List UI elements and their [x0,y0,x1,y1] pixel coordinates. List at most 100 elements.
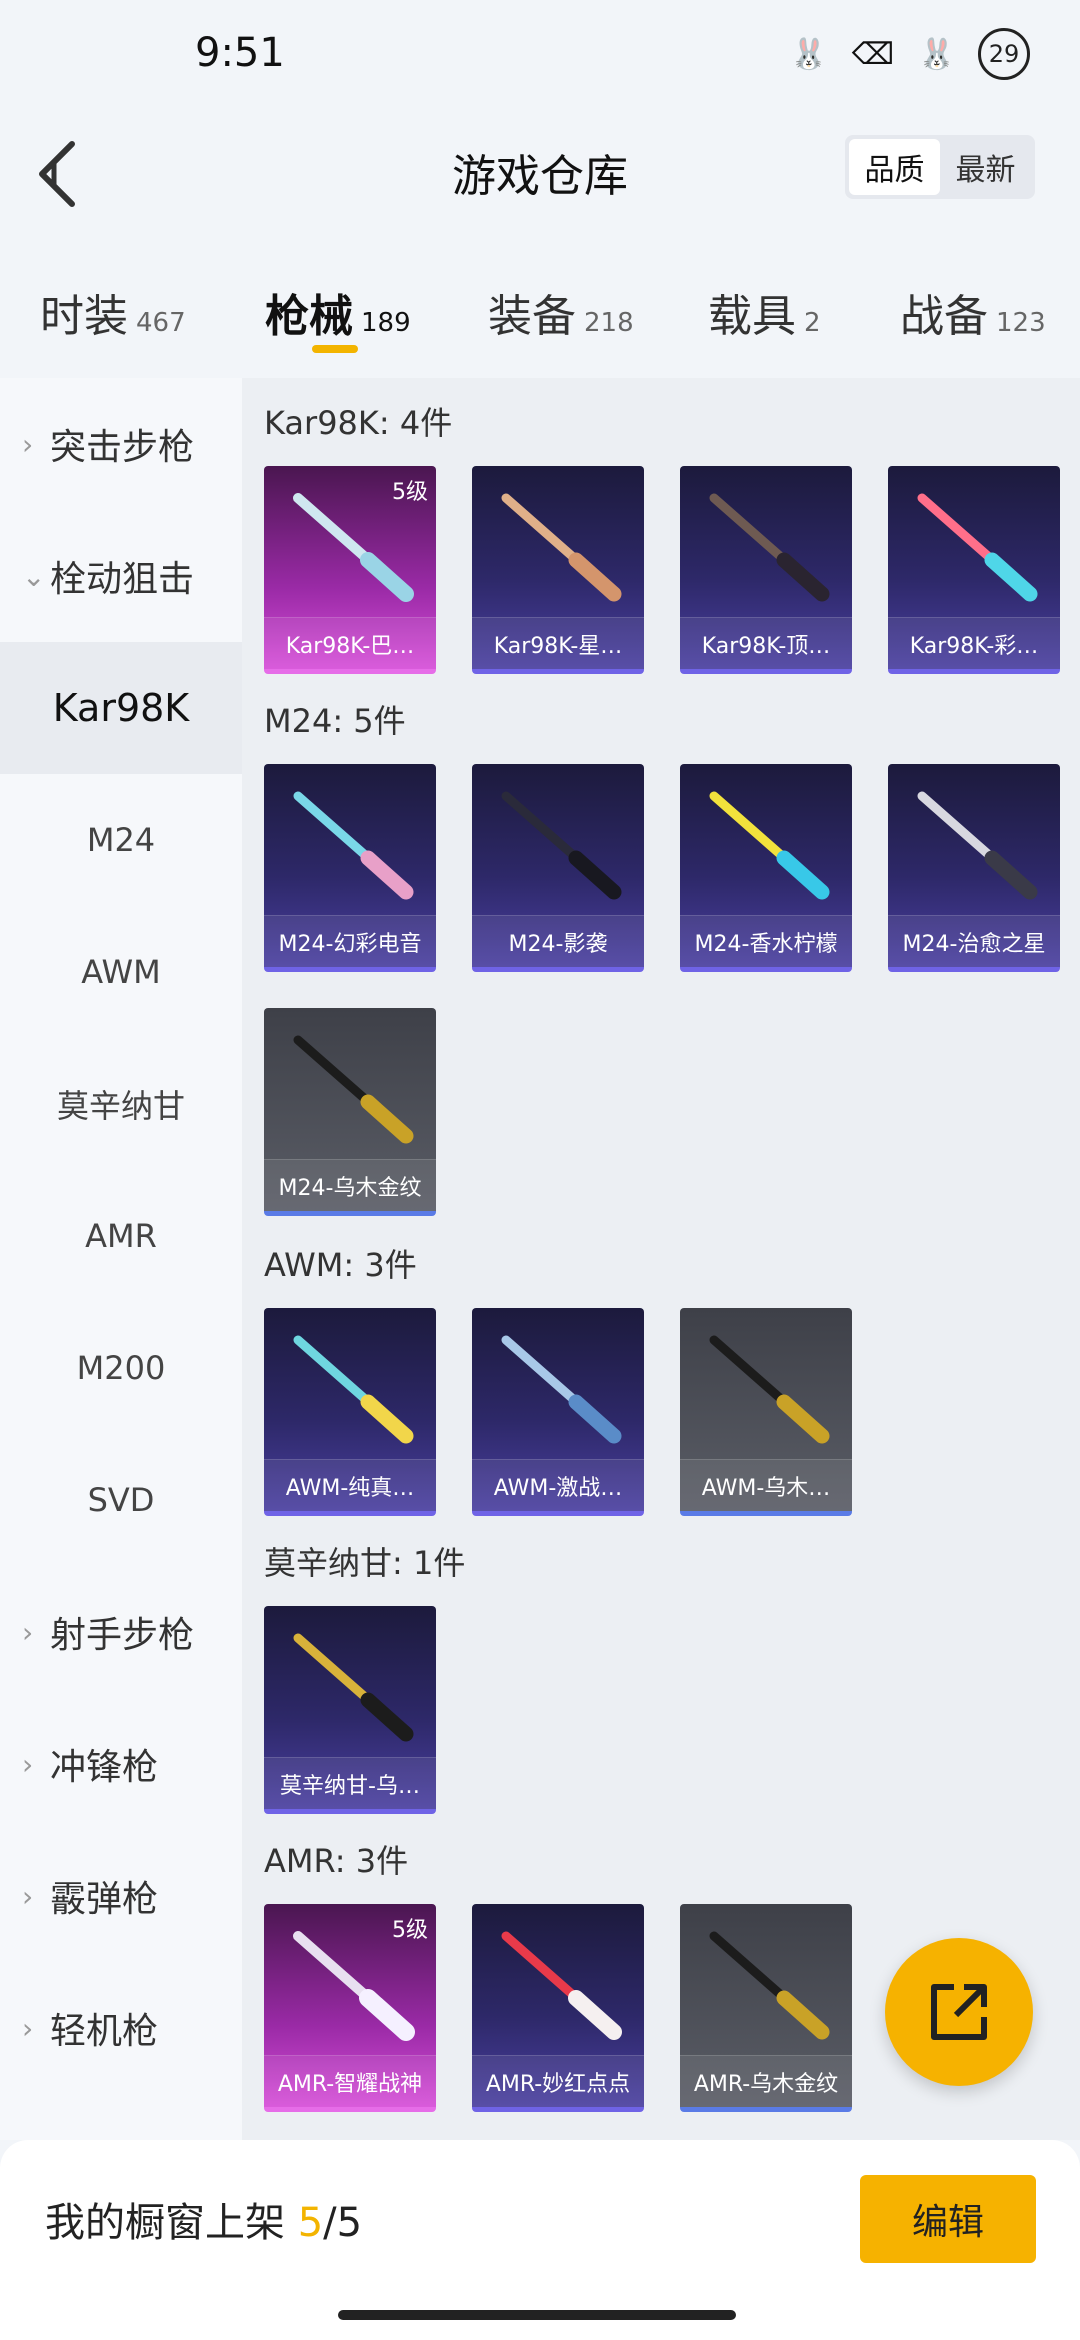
weapon-card[interactable]: AMR-妙红点点 [472,1904,644,2112]
share-icon [931,1984,987,2040]
rifle-icon [501,1931,622,2040]
rifle-icon [501,1335,622,1444]
section-title: Kar98K: 4件 [264,404,453,442]
weapon-name: AWM-乌木… [680,1459,852,1511]
weapon-card[interactable]: AWM-乌木… [680,1308,852,1516]
rifle-icon [709,1931,830,2040]
tab-fashion[interactable]: 时装 467 [40,280,186,344]
section-title: 莫辛纳甘: 1件 [264,1544,466,1582]
rifle-icon [709,791,830,900]
sort-latest-button[interactable]: 最新 [940,139,1031,195]
tab-guns[interactable]: 枪械 189 [265,280,411,344]
tab-count: 218 [584,308,634,338]
weapon-card[interactable]: 莫辛纳甘-乌… [264,1606,436,1814]
nav-bar: 游戏仓库 品质 最新 [0,120,1080,230]
weapon-card[interactable]: Kar98K-顶… [680,466,852,674]
home-indicator[interactable] [338,2310,736,2320]
bunny-wifi-icon: 🐰 [918,36,956,72]
weapon-card[interactable]: M24-治愈之星 [888,764,1060,972]
weapon-card[interactable]: AWM-激战… [472,1308,644,1516]
sidebar-group-label: 霰弹枪 [50,1879,159,1920]
tab-label: 枪械 [265,291,353,342]
rifle-icon [293,1633,414,1742]
status-time: 9:51 [195,30,285,76]
sidebar-group-label: 轻机枪 [50,2011,159,2052]
status-icons: 🐰 ⌫ 🐰 29 [786,28,1030,80]
weapon-card[interactable]: AWM-纯真… [264,1308,436,1516]
tab-label: 时装 [40,291,128,342]
weapon-card[interactable]: 5级 AMR-智耀战神 [264,1904,436,2112]
weapon-name: M24-治愈之星 [888,915,1060,967]
rifle-icon [293,1335,414,1444]
sidebar-group-smg[interactable]: › 冲锋枪 [0,1698,242,1830]
weapon-name: Kar98K-彩… [888,617,1060,669]
weapon-sidebar: › 突击步枪 ⌄ 栓动狙击 Kar98K M24 AWM 莫辛纳甘 AMR M2… [0,378,242,2140]
sidebar-group-label: 栓动狙击 [50,559,195,600]
rifle-icon [501,493,622,602]
tab-count: 123 [996,308,1046,338]
sidebar-group-assault-rifle[interactable]: › 突击步枪 [0,378,242,510]
edit-button[interactable]: 编辑 [860,2175,1036,2263]
sidebar-item-svd[interactable]: SVD [0,1434,242,1566]
sidebar-group-marksman[interactable]: › 射手步枪 [0,1566,242,1698]
weapon-name: M24-乌木金纹 [264,1159,436,1211]
weapon-card[interactable]: Kar98K-星… [472,466,644,674]
section-title: AMR: 3件 [264,1842,409,1880]
sidebar-group-label: 突击步枪 [50,427,195,468]
sidebar-group-lmg[interactable]: › 轻机枪 [0,1962,242,2094]
status-bar: 9:51 🐰 ⌫ 🐰 29 [0,0,1080,120]
weapon-name: AMR-乌木金纹 [680,2055,852,2107]
showcase-current: 5 [297,2200,324,2246]
rifle-icon [501,791,622,900]
section-title: M24: 5件 [264,702,406,740]
weapon-card[interactable]: Kar98K-彩… [888,466,1060,674]
chevron-right-icon: › [22,1879,34,1913]
tab-label: 装备 [488,291,576,342]
chevron-right-icon: › [22,1615,34,1649]
share-fab-button[interactable] [885,1938,1033,2086]
weapon-name: M24-影袭 [472,915,644,967]
sidebar-item-awm[interactable]: AWM [0,906,242,1038]
chevron-right-icon: › [22,2011,34,2045]
sidebar-group-bolt-sniper[interactable]: ⌄ 栓动狙击 [0,510,242,642]
sort-toggle: 品质 最新 [845,135,1035,199]
tab-equipment[interactable]: 装备 218 [488,280,634,344]
sort-quality-button[interactable]: 品质 [849,139,940,195]
sidebar-item-amr[interactable]: AMR [0,1170,242,1302]
tab-vehicles[interactable]: 载具 2 [708,280,821,344]
weapon-card[interactable]: M24-幻彩电音 [264,764,436,972]
sidebar-item-m200[interactable]: M200 [0,1302,242,1434]
weapon-name: AWM-激战… [472,1459,644,1511]
tab-label: 战备 [900,291,988,342]
weapon-name: AWM-纯真… [264,1459,436,1511]
weapon-name: M24-香水柠檬 [680,915,852,967]
rifle-icon [293,791,414,900]
rifle-icon [917,493,1038,602]
chevron-right-icon: › [22,1747,34,1781]
weapon-name: AMR-妙红点点 [472,2055,644,2107]
rifle-icon [293,493,414,602]
weapon-card[interactable]: M24-香水柠檬 [680,764,852,972]
chevron-right-icon: › [22,427,34,461]
weapon-name: Kar98K-顶… [680,617,852,669]
category-tabs: 时装 467 枪械 189 装备 218 载具 2 战备 123 [0,260,1080,370]
weapon-card[interactable]: M24-影袭 [472,764,644,972]
weapon-name: M24-幻彩电音 [264,915,436,967]
sidebar-item-m24[interactable]: M24 [0,774,242,906]
weapon-name: AMR-智耀战神 [264,2055,436,2107]
weapon-card[interactable]: 5级 Kar98K-巴… [264,466,436,674]
tab-count: 467 [136,308,186,338]
weapon-card[interactable]: AMR-乌木金纹 [680,1904,852,2112]
sidebar-item-mosin[interactable]: 莫辛纳甘 [0,1038,242,1170]
chevron-down-icon: ⌄ [22,559,46,593]
tab-label: 载具 [708,291,796,342]
battery-level-badge: 29 [978,28,1030,80]
tab-supplies[interactable]: 战备 123 [900,280,1046,344]
tab-count: 2 [804,308,821,338]
weapon-card[interactable]: M24-乌木金纹 [264,1008,436,1216]
showcase-total: /5 [323,2200,363,2246]
sidebar-item-kar98k[interactable]: Kar98K [0,642,242,774]
sidebar-group-label: 冲锋枪 [50,1747,159,1788]
sidebar-group-shotgun[interactable]: › 霰弹枪 [0,1830,242,1962]
weapon-name: Kar98K-巴… [264,617,436,669]
